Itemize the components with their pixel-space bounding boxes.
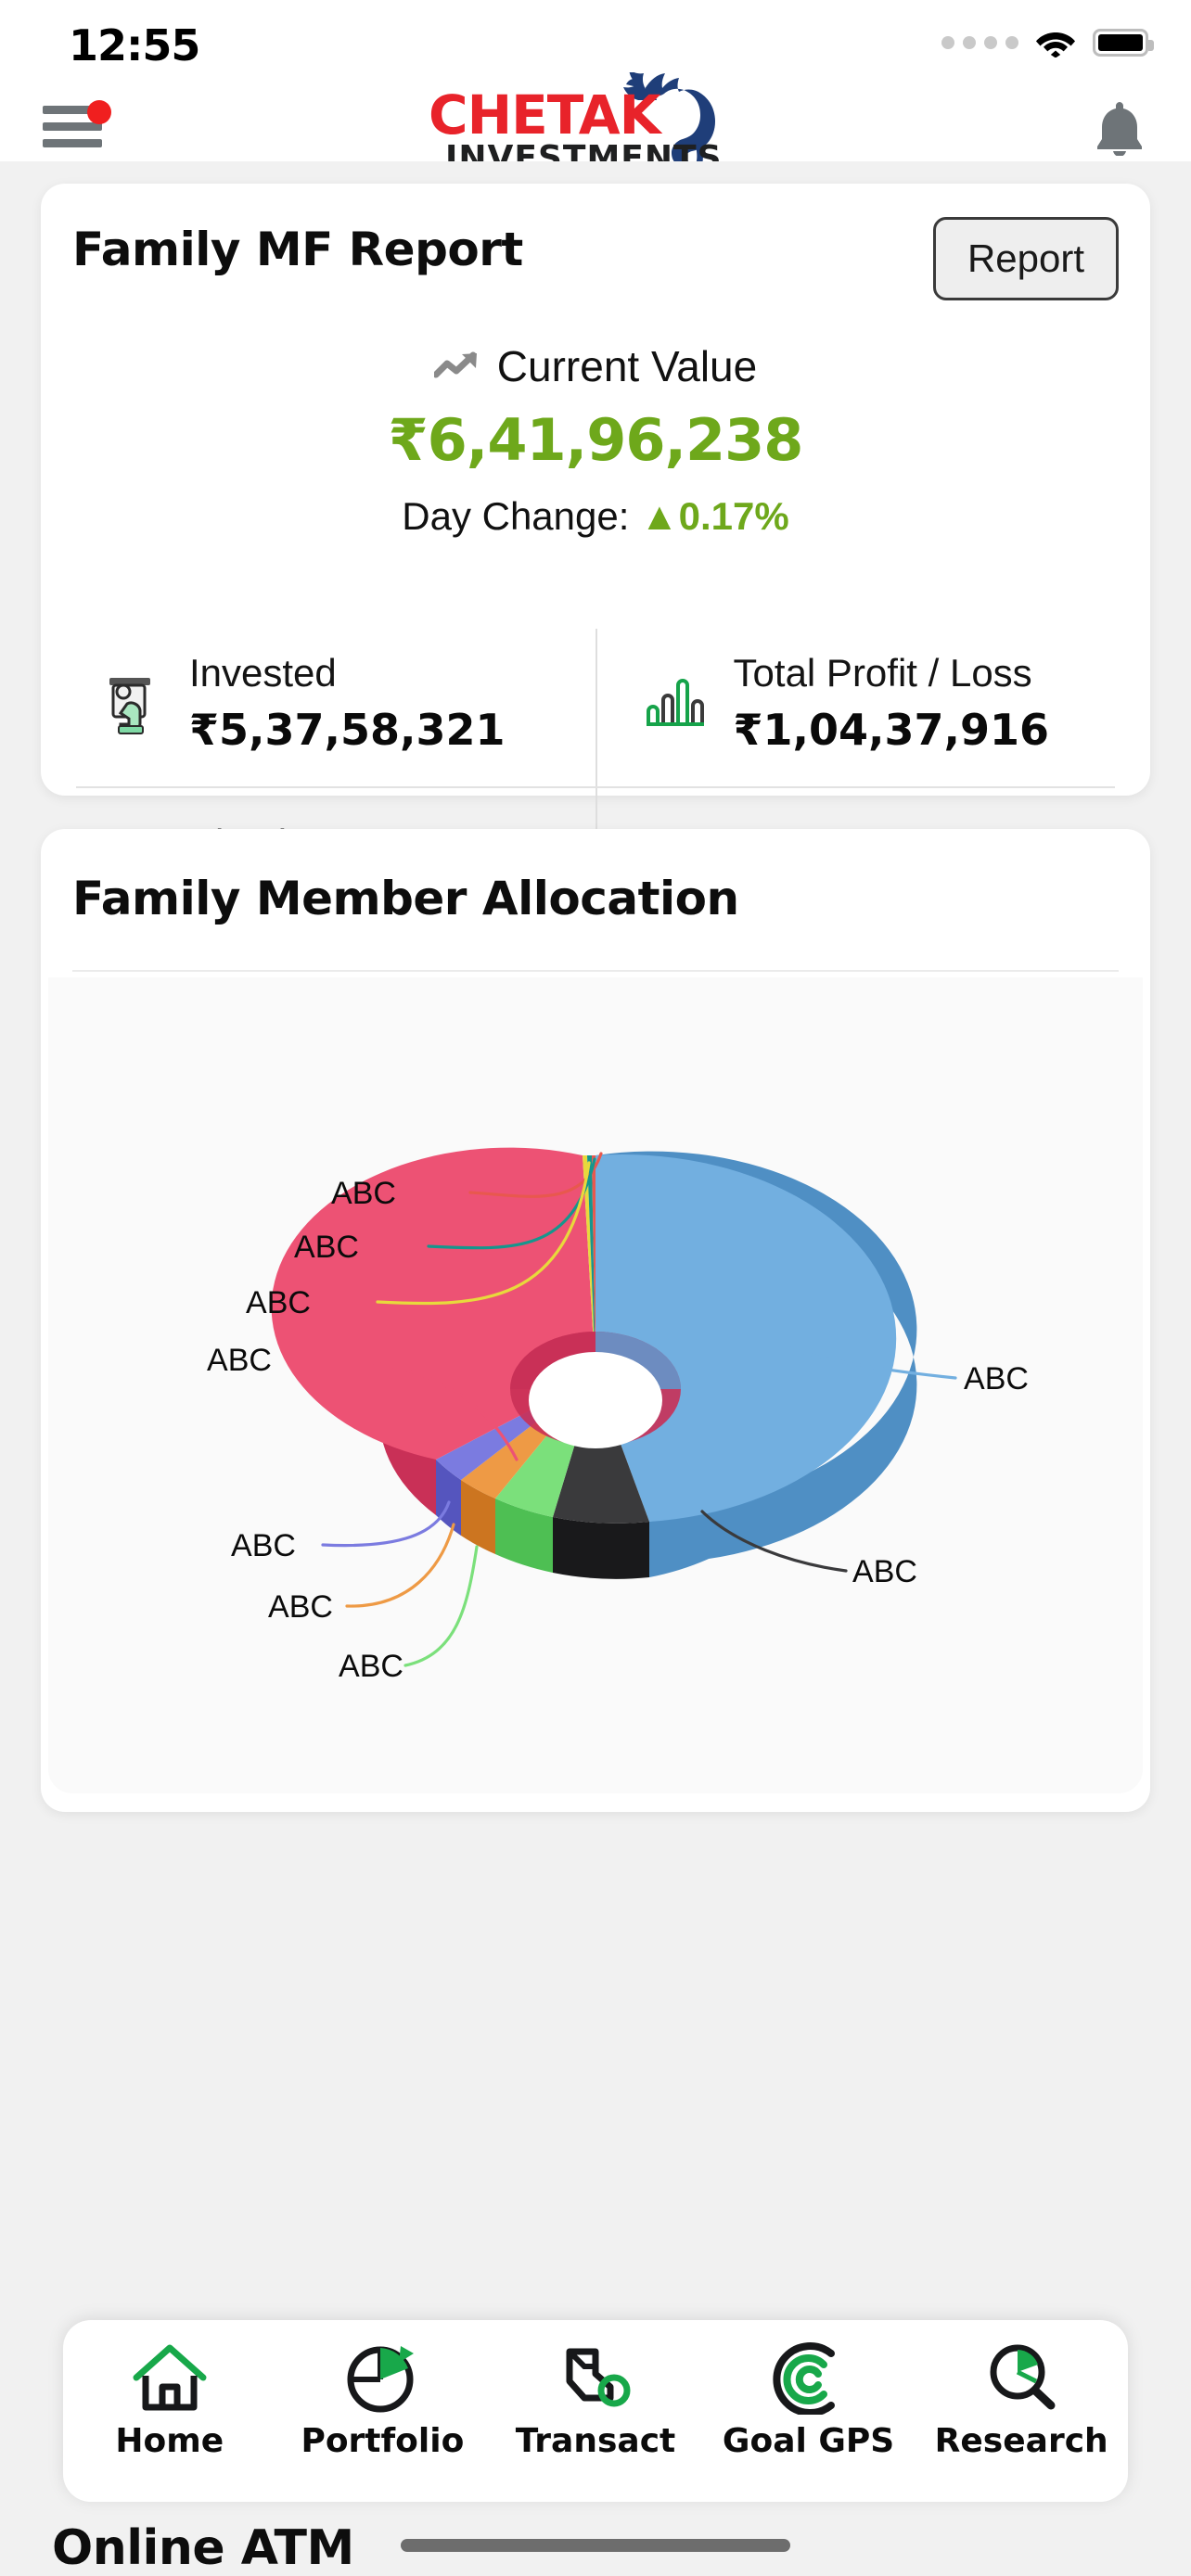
chetak-investments-logo: CHETAK INVESTMENTS	[419, 72, 772, 174]
current-value-label-row: Current Value	[434, 341, 757, 391]
donut-chart-svg: ABC ABC ABC ABC ABC ABC ABC ABC ABC	[48, 977, 1143, 1793]
home-icon	[131, 2340, 209, 2415]
family-mf-report-card: Family MF Report Report Current Value ₹6…	[41, 184, 1150, 796]
nav-item-transact[interactable]: Transact	[503, 2340, 688, 2460]
pie-label: ABC	[207, 1343, 272, 1378]
pie-label: ABC	[231, 1528, 296, 1563]
scroll-content: Family MF Report Report Current Value ₹6…	[0, 161, 1191, 2576]
pie-label: ABC	[246, 1285, 311, 1320]
search-clock-icon	[982, 2340, 1060, 2415]
bar-chart-icon	[639, 667, 711, 739]
metric-value: ₹1,04,37,916	[734, 705, 1050, 755]
bell-icon[interactable]	[1093, 98, 1146, 156]
nav-label: Transact	[516, 2422, 676, 2460]
nav-item-portfolio[interactable]: Portfolio	[289, 2340, 475, 2460]
nav-label: Goal GPS	[723, 2422, 894, 2460]
day-change-value: ▲0.17%	[640, 494, 789, 538]
hand-swipe-icon	[557, 2340, 634, 2415]
pie-label: ABC	[268, 1589, 333, 1625]
home-indicator[interactable]	[401, 2539, 790, 2552]
status-bar-indicators	[941, 28, 1148, 57]
day-change-row: Day Change: ▲0.17%	[41, 494, 1150, 539]
wifi-icon	[1035, 28, 1076, 57]
pie-label: ABC	[964, 1361, 1029, 1396]
nav-item-home[interactable]: Home	[77, 2340, 263, 2460]
allocation-donut-chart[interactable]: ABC ABC ABC ABC ABC ABC ABC ABC ABC	[48, 977, 1143, 1793]
current-value-amount: ₹6,41,96,238	[41, 406, 1150, 474]
menu-notification-badge	[87, 100, 111, 124]
pie-label: ABC	[339, 1649, 403, 1684]
allocation-divider	[72, 970, 1119, 972]
status-bar-time: 12:55	[69, 20, 199, 70]
nav-item-research[interactable]: Research	[928, 2340, 1114, 2460]
metric-total-profit-loss[interactable]: Total Profit / Loss ₹1,04,37,916	[617, 623, 1119, 783]
battery-full-icon	[1093, 29, 1148, 57]
summary-card-header: Family MF Report Report	[72, 223, 1119, 312]
radar-icon	[770, 2340, 848, 2415]
nav-label: Research	[935, 2422, 1108, 2460]
current-value-block: Current Value ₹6,41,96,238 Day Change: ▲…	[41, 341, 1150, 539]
nav-label: Home	[115, 2422, 224, 2460]
phone-screen: 12:55 CHETAK INVESTMENTS	[0, 0, 1191, 2576]
bottom-navigation: Home Portfolio Transact	[63, 2320, 1128, 2502]
online-atm-title: Online ATM	[52, 2520, 354, 2576]
hamburger-menu-icon[interactable]	[43, 106, 108, 148]
report-button[interactable]: Report	[933, 217, 1119, 300]
nav-label: Portfolio	[301, 2422, 464, 2460]
svg-text:CHETAK: CHETAK	[429, 83, 663, 147]
allocation-title: Family Member Allocation	[72, 872, 739, 925]
day-change-label: Day Change:	[402, 494, 629, 538]
pie-chart-icon	[343, 2340, 421, 2415]
pie-label: ABC	[331, 1176, 396, 1211]
metric-label: Total Profit / Loss	[734, 651, 1050, 695]
hand-cash-icon	[95, 667, 167, 739]
pie-label: ABC	[294, 1230, 359, 1265]
grid-horizontal-divider	[76, 786, 1115, 788]
pie-label: ABC	[852, 1554, 917, 1589]
signal-dots-icon	[941, 36, 1018, 49]
metric-value: ₹5,37,58,321	[189, 705, 506, 755]
current-value-label: Current Value	[497, 341, 757, 391]
family-member-allocation-card: Family Member Allocation	[41, 829, 1150, 1812]
nav-item-goal-gps[interactable]: Goal GPS	[716, 2340, 902, 2460]
app-header: CHETAK INVESTMENTS	[0, 93, 1191, 161]
metric-invested[interactable]: Invested ₹5,37,58,321	[72, 623, 574, 783]
metric-label: Invested	[189, 651, 506, 695]
trending-up-icon	[434, 351, 482, 382]
